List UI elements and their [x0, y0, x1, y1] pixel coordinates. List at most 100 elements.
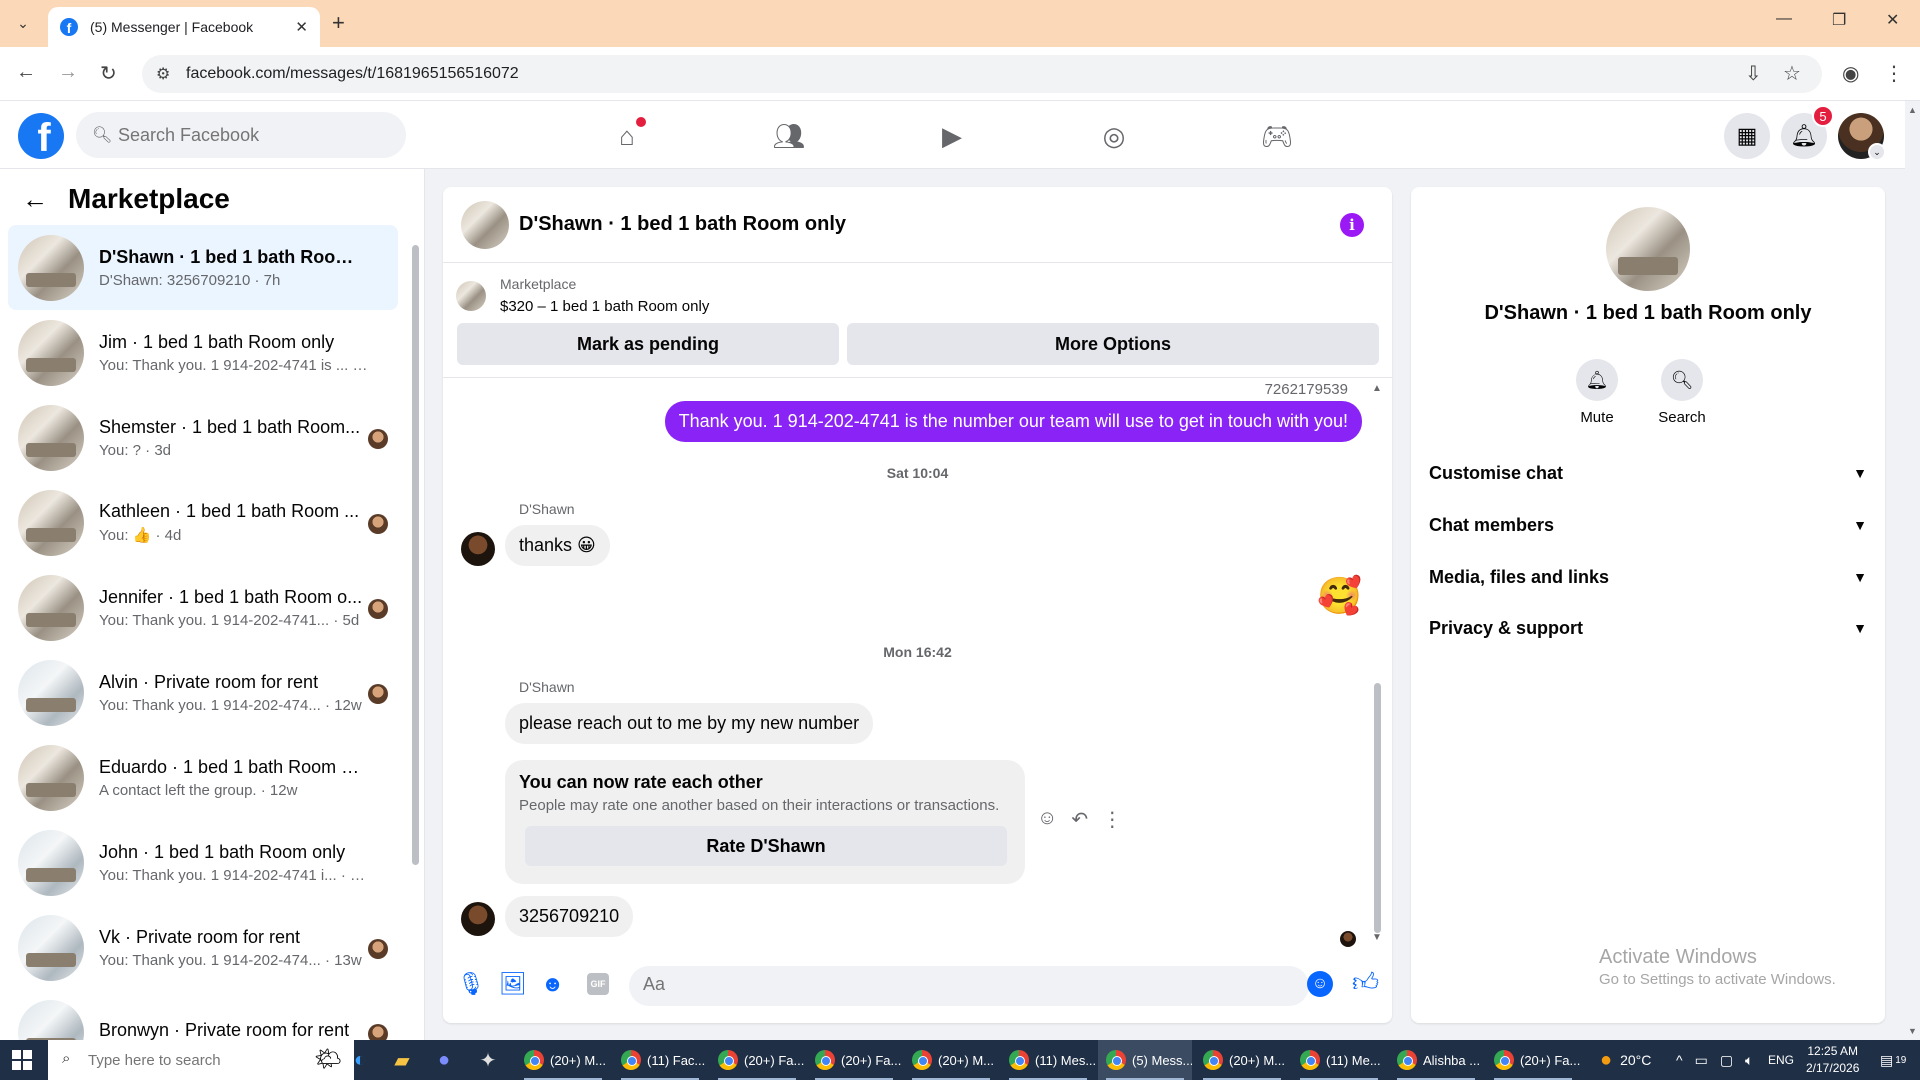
search-icon[interactable]: 🔍︎ [1661, 359, 1703, 401]
taskbar-window-item[interactable]: (20+) M... [516, 1040, 610, 1080]
taskbar-window-item[interactable]: (20+) Fa... [807, 1040, 901, 1080]
browser-menu-icon[interactable]: ⋮ [1884, 61, 1904, 86]
page-scrollbar[interactable]: ▲ ▼ [1905, 101, 1920, 1040]
reload-icon[interactable]: ↻ [100, 61, 117, 86]
mute-action[interactable]: 🔔︎ Mute [1557, 359, 1637, 426]
close-tab-icon[interactable]: ✕ [295, 18, 308, 36]
gaming-icon[interactable]: 🎮︎ [1260, 119, 1294, 153]
groups-icon[interactable]: ◎ [1097, 119, 1131, 153]
thumbs-up-icon[interactable]: 👍︎ [1352, 967, 1379, 998]
chat-listing-thumbnail[interactable] [461, 200, 509, 249]
contact-avatar[interactable] [461, 902, 495, 936]
reply-arrow-icon[interactable]: ↶ [1071, 807, 1088, 832]
react-smiley-icon[interactable]: ☺ [1037, 807, 1057, 832]
message-input-box[interactable] [629, 966, 1309, 1006]
rate-contact-button[interactable]: Rate D'Shawn [525, 826, 1007, 866]
firefox-icon[interactable]: ● [428, 1044, 460, 1076]
site-info-icon[interactable]: ⚙ [156, 64, 170, 84]
minimize-window-icon[interactable]: — [1776, 10, 1792, 28]
outgoing-message[interactable]: Thank you. 1 914-202-4741 is the number … [664, 401, 1362, 442]
scroll-up-arrow-icon[interactable]: ▲ [1372, 383, 1382, 394]
bell-icon[interactable]: 🔔︎ [1576, 359, 1618, 401]
incoming-message[interactable]: thanks 😀 [505, 525, 610, 566]
conversation-item[interactable]: Jim · 1 bed 1 bath Room only You: Thank y… [8, 310, 398, 395]
taskbar-window-item[interactable]: (20+) Fa... [1486, 1040, 1580, 1080]
chat-scrollbar[interactable]: ▲ ▼ [1372, 383, 1382, 943]
more-dots-icon[interactable]: ⋮ [1102, 807, 1122, 832]
conversation-item[interactable]: Bronwyn · Private room for rent [8, 990, 398, 1040]
photo-icon[interactable]: 🖼︎ [499, 971, 527, 997]
info-icon[interactable]: i [1340, 213, 1364, 237]
listing-avatar[interactable] [1606, 207, 1690, 291]
friends-icon[interactable]: 👥︎ [772, 119, 806, 153]
taskbar-search-input[interactable] [88, 1051, 288, 1069]
menu-grid-icon[interactable]: ▦ [1724, 113, 1770, 159]
restore-window-icon[interactable]: ❐ [1832, 10, 1846, 30]
conversation-item[interactable]: Shemster · 1 bed 1 bath Room... You: ? · … [8, 395, 398, 480]
listing-price[interactable]: $320 – 1 bed 1 bath Room only [500, 298, 709, 315]
microphone-icon[interactable]: 🎙︎ [457, 971, 485, 997]
message-input[interactable] [643, 974, 1243, 995]
app-icon[interactable]: ✦ [472, 1044, 504, 1076]
tray-chevron-up-icon[interactable]: ^ [1676, 1052, 1683, 1068]
privacy-support-section[interactable]: Privacy & support ▼ [1429, 608, 1867, 648]
listing-thumbnail[interactable] [456, 281, 486, 311]
scrollbar-thumb[interactable] [1374, 683, 1381, 933]
conversation-item[interactable]: Kathleen · 1 bed 1 bath Room ... You: 👍 ·… [8, 480, 398, 565]
weather-widget[interactable]: ● 20°C [1600, 1040, 1651, 1080]
sidebar-scrollbar[interactable] [410, 229, 420, 1035]
media-files-links-section[interactable]: Media, files and links ▼ [1429, 557, 1867, 597]
conversation-item[interactable]: D'Shawn · 1 bed 1 bath Room only D'Shawn:… [8, 225, 398, 310]
facebook-search-input[interactable] [118, 124, 378, 146]
incoming-message[interactable]: 3256709210 [505, 896, 634, 937]
taskbar-window-item[interactable]: (20+) M... [904, 1040, 998, 1080]
conversation-item[interactable]: John · 1 bed 1 bath Room only You: Thank … [8, 820, 398, 905]
facebook-logo-icon[interactable]: f [18, 113, 64, 159]
sticker-icon[interactable]: ☻ [541, 971, 564, 997]
video-icon[interactable]: ▶ [935, 119, 969, 153]
incoming-message[interactable]: please reach out to me by my new number [505, 703, 874, 744]
emoji-icon[interactable]: ☺ [1307, 971, 1333, 997]
taskbar-window-item[interactable]: (5) Mess... [1098, 1040, 1192, 1080]
account-avatar[interactable]: ⌄ [1838, 113, 1886, 161]
taskbar-window-item[interactable]: (20+) M... [1195, 1040, 1289, 1080]
taskbar-window-item[interactable]: (11) Fac... [613, 1040, 707, 1080]
conversation-item[interactable]: Jennifer · 1 bed 1 bath Room o... You: Th… [8, 565, 398, 650]
network-icon[interactable]: ▭ [1695, 1052, 1708, 1069]
new-tab-button[interactable]: + [332, 10, 345, 36]
chat-members-section[interactable]: Chat members ▼ [1429, 505, 1867, 545]
bookmark-star-icon[interactable]: ☆ [1783, 61, 1801, 86]
address-bar[interactable]: ⚙ facebook.com/messages/t/16819651565160… [142, 55, 1822, 93]
windows-start-icon[interactable] [12, 1050, 32, 1070]
more-options-button[interactable]: More Options [847, 323, 1379, 365]
gif-icon[interactable]: GIF [587, 973, 609, 995]
notification-center[interactable]: ▤ 19 [1880, 1040, 1906, 1080]
contact-avatar[interactable] [461, 532, 495, 566]
taskbar-window-item[interactable]: (11) Me... [1292, 1040, 1386, 1080]
tab-search-button[interactable]: ⌄ [10, 10, 36, 36]
file-explorer-icon[interactable]: ▰ [386, 1044, 418, 1076]
close-window-icon[interactable]: ✕ [1886, 10, 1899, 30]
chat-title[interactable]: D'Shawn · 1 bed 1 bath Room only [519, 213, 846, 236]
conversation-item[interactable]: Eduardo · 1 bed 1 bath Room only A contac… [8, 735, 398, 820]
taskbar-clock[interactable]: 12:25 AM 2/17/2026 [1806, 1043, 1859, 1077]
taskbar-window-item[interactable]: (20+) Fa... [710, 1040, 804, 1080]
install-app-icon[interactable]: ⇩ [1745, 61, 1762, 86]
conversation-item[interactable]: Vk · Private room for rent You: Thank you… [8, 905, 398, 990]
taskbar-window-item[interactable]: Alishba ... [1389, 1040, 1483, 1080]
scroll-up-arrow-icon[interactable]: ▲ [1908, 105, 1917, 115]
taskbar-search[interactable]: ⌕ 🌤︎ [48, 1040, 354, 1080]
customise-chat-section[interactable]: Customise chat ▼ [1429, 453, 1867, 493]
conversation-item[interactable]: Alvin · Private room for rent You: Thank … [8, 650, 398, 735]
mark-as-pending-button[interactable]: Mark as pending [457, 323, 839, 365]
back-arrow-icon[interactable]: ← [16, 61, 36, 84]
profile-icon[interactable]: ◉ [1842, 61, 1859, 86]
taskbar-window-item[interactable]: (11) Mes... [1001, 1040, 1095, 1080]
search-action[interactable]: 🔍︎ Search [1642, 359, 1722, 426]
edge-browser-icon[interactable]: ◐ [344, 1044, 376, 1076]
forward-arrow-icon[interactable]: → [58, 61, 78, 84]
scrollbar-thumb[interactable] [412, 245, 419, 865]
facebook-search[interactable]: 🔍︎ [76, 112, 406, 158]
scroll-down-arrow-icon[interactable]: ▼ [1908, 1026, 1917, 1036]
volume-icon[interactable]: 🔈︎ [1745, 1052, 1753, 1069]
